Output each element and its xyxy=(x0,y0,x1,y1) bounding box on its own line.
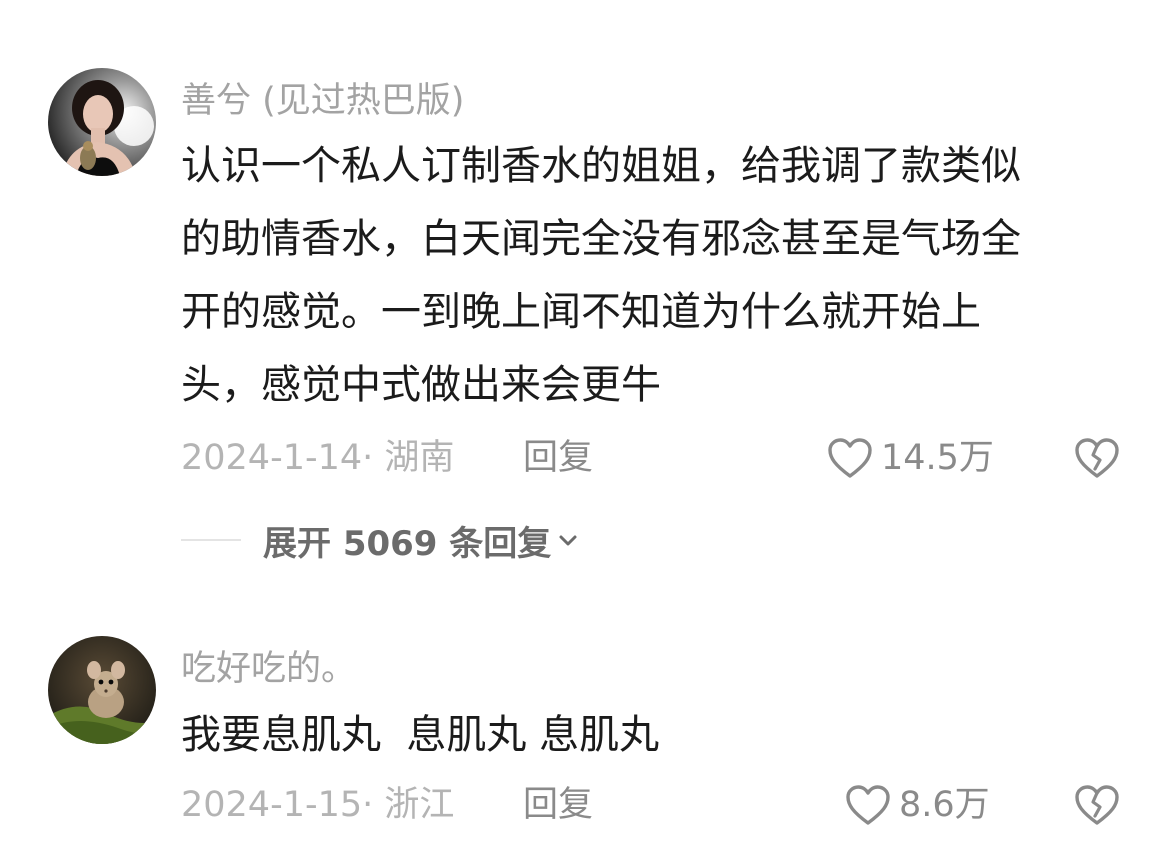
comment-text-line: 开的感觉。一到晚上闻不知道为什么就开始上 xyxy=(181,289,981,335)
heart-outline-icon xyxy=(828,438,872,478)
comment-item: 善兮 (见过热巴版) 认识一个私人订制香水的姐姐，给我调了款类似 的助情香水，白… xyxy=(0,0,1170,570)
user-avatar[interactable] xyxy=(48,68,156,176)
expand-replies-row: 展开 5069 条回复 xyxy=(181,516,579,565)
comment-meta: 2024-1-14· 湖南 回复 14.5万 xyxy=(181,433,1170,483)
comment-text-line: 的助情香水，白天闻完全没有邪念甚至是气场全 xyxy=(181,216,1021,262)
like-button[interactable]: 14.5万 xyxy=(827,435,994,481)
broken-heart-icon xyxy=(1075,438,1119,478)
heart-outline-icon xyxy=(846,785,890,825)
comment-item: 吃好吃的。 我要息肌丸 息肌丸 息肌丸 2024-1-15· 浙江 回复 8.6… xyxy=(0,600,1170,843)
reply-button[interactable]: 回复 xyxy=(523,433,593,483)
comment-text-line: 我要息肌丸 息肌丸 息肌丸 xyxy=(181,712,660,758)
dislike-button[interactable] xyxy=(1074,435,1120,481)
comment-text: 认识一个私人订制香水的姐姐，给我调了款类似 的助情香水，白天闻完全没有邪念甚至是… xyxy=(181,130,1121,422)
divider-line xyxy=(181,539,241,541)
like-button[interactable]: 8.6万 xyxy=(845,782,990,828)
comment-text: 我要息肌丸 息肌丸 息肌丸 xyxy=(181,699,1121,772)
comment-meta: 2024-1-15· 浙江 回复 8.6万 xyxy=(181,780,1170,830)
user-avatar[interactable] xyxy=(48,636,156,744)
date-location: 2024-1-14· 湖南 xyxy=(181,438,455,478)
broken-heart-icon xyxy=(1075,785,1119,825)
date-location: 2024-1-15· 浙江 xyxy=(181,785,455,825)
reply-button[interactable]: 回复 xyxy=(523,780,593,830)
comment-text-line: 认识一个私人订制香水的姐姐，给我调了款类似 xyxy=(181,143,1021,189)
comment-text-line: 头，感觉中式做出来会更牛 xyxy=(181,362,661,408)
chevron-down-icon xyxy=(559,535,577,546)
expand-replies-label: 展开 5069 条回复 xyxy=(263,523,552,564)
username[interactable]: 吃好吃的。 xyxy=(181,640,356,691)
dislike-button[interactable] xyxy=(1074,782,1120,828)
like-count: 14.5万 xyxy=(881,438,994,478)
like-count: 8.6万 xyxy=(899,785,990,825)
username[interactable]: 善兮 (见过热巴版) xyxy=(181,72,464,123)
expand-replies-button[interactable]: 展开 5069 条回复 xyxy=(263,516,579,565)
